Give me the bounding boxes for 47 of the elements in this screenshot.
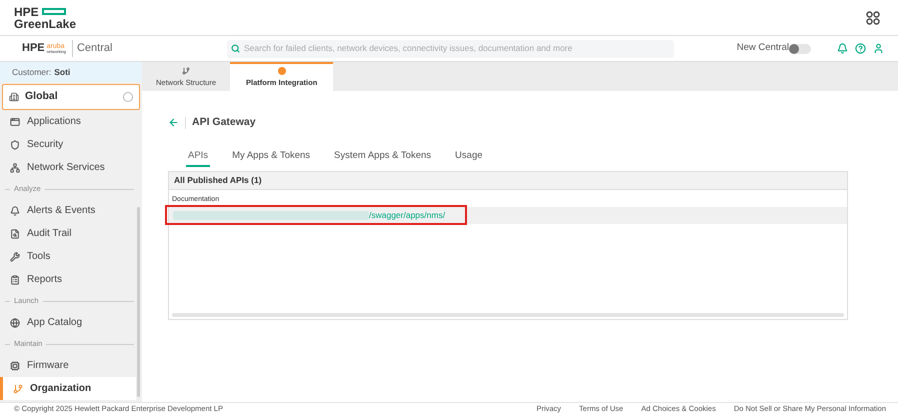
globe-icon xyxy=(10,318,20,328)
hierarchy-icon xyxy=(182,66,190,75)
logo-text: HPE xyxy=(22,41,45,56)
window-icon xyxy=(10,116,20,126)
tab[interactable]: My Apps & Tokens xyxy=(230,148,312,167)
customer-name: Soti xyxy=(54,66,70,78)
help-icon[interactable] xyxy=(855,43,866,54)
wrench-icon xyxy=(10,252,20,262)
search-icon xyxy=(231,44,240,53)
network-icon xyxy=(10,162,20,172)
table-title: All Published APIs (1) xyxy=(174,174,262,187)
document-icon xyxy=(10,228,20,238)
sidebar-item[interactable]: Security xyxy=(0,133,136,156)
shield-icon xyxy=(10,140,20,150)
tab[interactable]: APIs xyxy=(186,148,210,167)
tab[interactable]: System Apps & Tokens xyxy=(332,148,434,167)
tab[interactable]: Usage xyxy=(453,148,485,167)
back-arrow-icon[interactable] xyxy=(168,117,179,128)
new-central-toggle[interactable] xyxy=(789,44,811,54)
sidebar-item[interactable]: Applications xyxy=(0,110,136,133)
sidebar-item[interactable]: Audit Trail xyxy=(0,222,136,245)
page-title: API Gateway xyxy=(192,115,256,130)
brand-text: HPE xyxy=(14,6,39,18)
new-central-label: New Central xyxy=(736,41,789,56)
sidebar-item[interactable]: App Catalog xyxy=(0,311,136,334)
chip-icon xyxy=(10,360,20,370)
sidebar-item[interactable]: Reports xyxy=(0,268,136,291)
user-icon[interactable] xyxy=(873,43,884,54)
status-ring-icon xyxy=(123,92,133,102)
bell-icon xyxy=(10,206,20,216)
sidebar-item[interactable]: Tools xyxy=(0,245,136,268)
sidebar-item[interactable]: Organization xyxy=(0,377,136,400)
integration-icon xyxy=(278,66,286,75)
bell-icon[interactable] xyxy=(837,43,848,54)
sidebar-item[interactable]: Alerts & Events xyxy=(0,199,136,222)
apps-grid-icon[interactable] xyxy=(866,10,880,24)
search-field[interactable]: Search for failed clients, network devices, connectivity issues, documentation and more xyxy=(227,40,674,58)
clipboard-icon xyxy=(10,274,20,284)
building-icon xyxy=(9,92,19,102)
sidebar-item[interactable]: Network Services xyxy=(0,156,136,179)
scope-selector[interactable]: Global xyxy=(2,84,140,110)
customer-label: Customer: xyxy=(12,66,52,78)
sidebar-item[interactable]: Firmware xyxy=(0,354,136,377)
hierarchy-icon xyxy=(13,384,23,394)
brand-logo-icon xyxy=(42,8,66,15)
brand-text: GreenLake xyxy=(14,18,76,30)
product-name: Central xyxy=(72,40,112,57)
